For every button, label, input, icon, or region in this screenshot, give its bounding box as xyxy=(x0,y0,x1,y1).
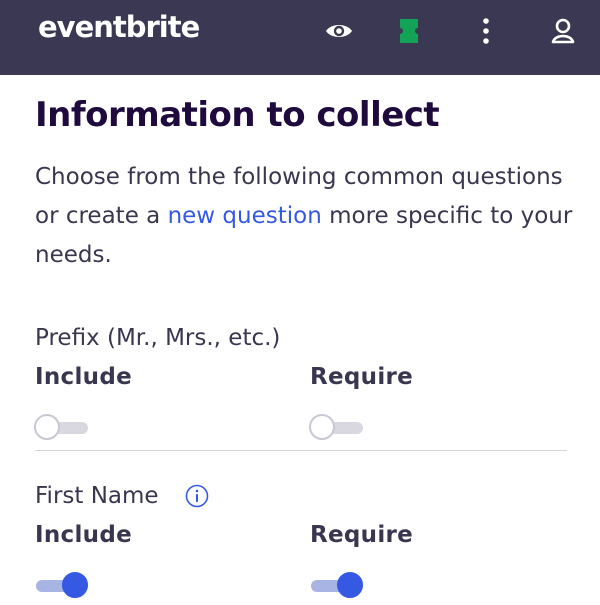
page-description: Choose from the following common questio… xyxy=(35,158,575,275)
include-label: Include xyxy=(35,522,132,548)
prefix-require-toggle[interactable] xyxy=(309,413,365,443)
divider xyxy=(35,450,567,451)
new-question-link[interactable]: new question xyxy=(168,203,322,229)
user-icon[interactable] xyxy=(546,14,580,48)
toggle-knob xyxy=(309,414,335,440)
top-navigation-bar: eventbrite xyxy=(0,0,600,75)
first-name-include-toggle[interactable] xyxy=(34,571,90,601)
toggle-knob xyxy=(337,572,363,598)
eye-icon[interactable] xyxy=(322,14,356,48)
question-label-first-name: First Name xyxy=(35,483,159,509)
main-content: Information to collect Choose from the f… xyxy=(0,75,600,605)
question-label-prefix: Prefix (Mr., Mrs., etc.) xyxy=(35,325,281,351)
info-icon[interactable] xyxy=(185,484,209,512)
first-name-require-toggle[interactable] xyxy=(309,571,365,601)
toggle-knob xyxy=(34,414,60,440)
eventbrite-logo[interactable]: eventbrite xyxy=(38,10,200,44)
require-label: Require xyxy=(310,364,414,390)
toggle-knob xyxy=(62,572,88,598)
more-vertical-icon[interactable] xyxy=(469,14,503,48)
require-label: Require xyxy=(310,522,414,548)
prefix-include-toggle[interactable] xyxy=(34,413,90,443)
ticket-icon[interactable] xyxy=(392,14,426,48)
page-title: Information to collect xyxy=(35,95,440,135)
include-label: Include xyxy=(35,364,132,390)
